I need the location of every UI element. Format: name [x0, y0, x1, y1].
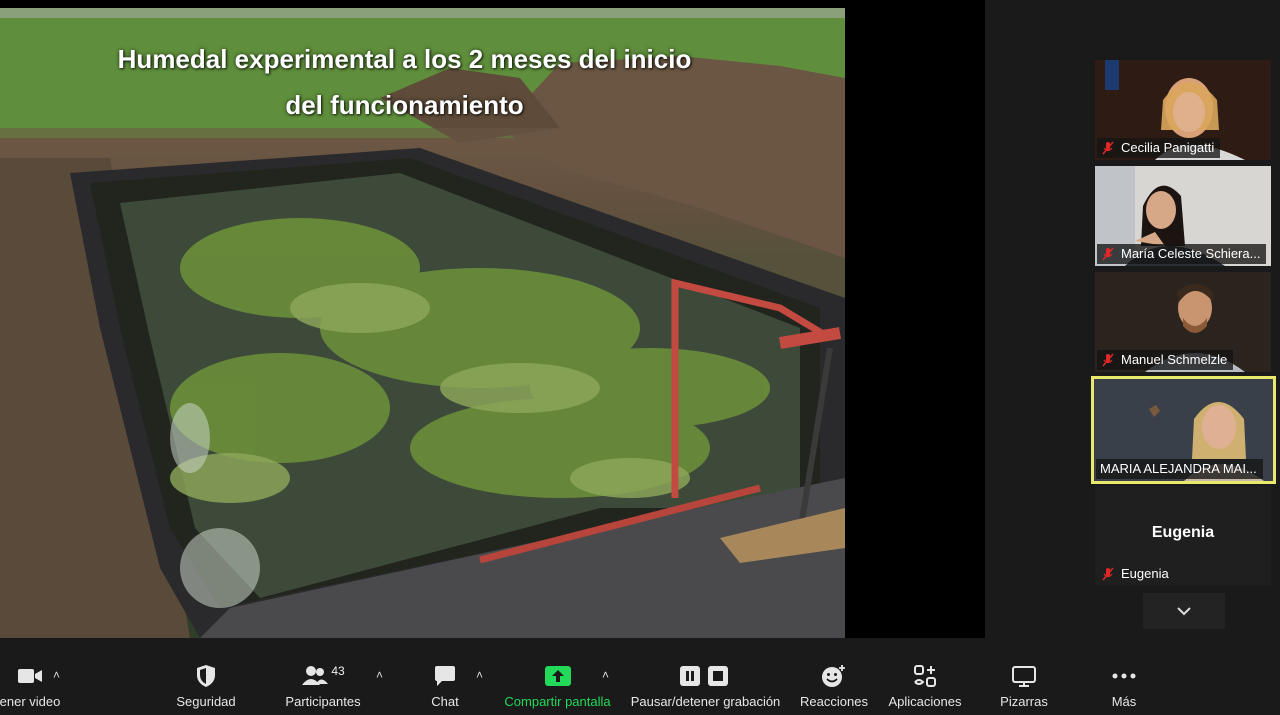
- security-button[interactable]: Seguridad: [166, 638, 246, 715]
- pause-stop-recording-button[interactable]: Pausar/detener grabación: [628, 638, 783, 715]
- participant-display-name: Eugenia: [1151, 524, 1215, 541]
- participants-label: Participantes: [285, 694, 361, 709]
- more-dots-icon: [1112, 673, 1136, 679]
- pause-stop-icon: [679, 666, 728, 686]
- reactions-button[interactable]: Reacciones: [798, 638, 870, 715]
- participant-name-label: Cecilia Panigatti: [1097, 138, 1221, 158]
- video-label: ener video: [0, 694, 61, 709]
- chat-bubble-icon: [435, 666, 455, 686]
- gallery-scroll-down-button[interactable]: [1143, 593, 1225, 629]
- share-screen-button[interactable]: Compartir pantalla: [500, 638, 615, 715]
- shield-icon: [197, 665, 215, 687]
- chat-options-caret[interactable]: ˄: [476, 668, 483, 682]
- apps-button[interactable]: Aplicaciones: [884, 638, 966, 715]
- apps-label: Aplicaciones: [888, 694, 962, 709]
- chat-button[interactable]: Chat: [420, 638, 470, 715]
- participant-name: MARIA ALEJANDRA MAI...: [1100, 461, 1257, 476]
- participant-name-label: Eugenia: [1097, 564, 1175, 584]
- participant-tile[interactable]: Manuel Schmelzle: [1095, 272, 1271, 372]
- participant-gallery: Cecilia Panigatti María Celeste Schiera.…: [985, 0, 1280, 638]
- participant-name: Cecilia Panigatti: [1121, 140, 1215, 155]
- share-options-caret[interactable]: ˄: [602, 668, 609, 682]
- participant-name-label: María Celeste Schiera...: [1097, 244, 1267, 264]
- share-screen-icon: [544, 666, 571, 686]
- participants-icon: [302, 666, 329, 685]
- participant-name: Manuel Schmelzle: [1121, 352, 1228, 367]
- more-button[interactable]: Más: [1100, 638, 1148, 715]
- shared-screen: Humedal experimental a los 2 meses del i…: [0, 0, 985, 638]
- participants-count: 43: [331, 664, 345, 678]
- whiteboard-icon: [1012, 666, 1036, 687]
- participant-name-label: Manuel Schmelzle: [1097, 350, 1234, 370]
- reactions-label: Reacciones: [800, 694, 868, 709]
- mic-muted-icon: [1102, 567, 1114, 581]
- chevron-down-icon: [1177, 607, 1191, 616]
- meeting-toolbar: ener video ˄ Seguridad 43 Participantes …: [0, 638, 1280, 715]
- chat-label: Chat: [431, 694, 459, 709]
- participants-options-caret[interactable]: ˄: [376, 668, 383, 682]
- slide-title-line-2: del funcionamiento: [285, 90, 524, 120]
- whiteboards-label: Pizarras: [1000, 694, 1048, 709]
- participant-tile-active-speaker[interactable]: MARIA ALEJANDRA MAI...: [1091, 376, 1276, 484]
- participant-name: Eugenia: [1121, 566, 1169, 581]
- mic-muted-icon: [1102, 141, 1114, 155]
- participant-name: María Celeste Schiera...: [1121, 246, 1261, 261]
- whiteboards-button[interactable]: Pizarras: [996, 638, 1052, 715]
- slide-title-line-1: Humedal experimental a los 2 meses del i…: [117, 44, 692, 74]
- slide-image: Humedal experimental a los 2 meses del i…: [0, 8, 845, 638]
- mic-muted-icon: [1102, 247, 1114, 261]
- participant-tile[interactable]: María Celeste Schiera...: [1095, 166, 1271, 266]
- video-options-caret[interactable]: ˄: [53, 668, 60, 682]
- apps-icon: [914, 665, 936, 687]
- more-label: Más: [1111, 694, 1137, 709]
- pause-stop-recording-label: Pausar/detener grabación: [630, 694, 781, 709]
- participant-tile[interactable]: Cecilia Panigatti: [1095, 60, 1271, 160]
- mic-muted-icon: [1102, 353, 1114, 367]
- video-camera-icon: [18, 669, 42, 683]
- reactions-smiley-icon: [822, 665, 845, 687]
- participant-tile[interactable]: Eugenia Eugenia: [1095, 486, 1271, 586]
- share-screen-label: Compartir pantalla: [504, 694, 611, 709]
- security-label: Seguridad: [176, 694, 236, 709]
- participant-name-label: MARIA ALEJANDRA MAI...: [1096, 459, 1263, 479]
- video-button[interactable]: ener video: [0, 638, 60, 715]
- participants-button[interactable]: 43 Participantes: [280, 638, 366, 715]
